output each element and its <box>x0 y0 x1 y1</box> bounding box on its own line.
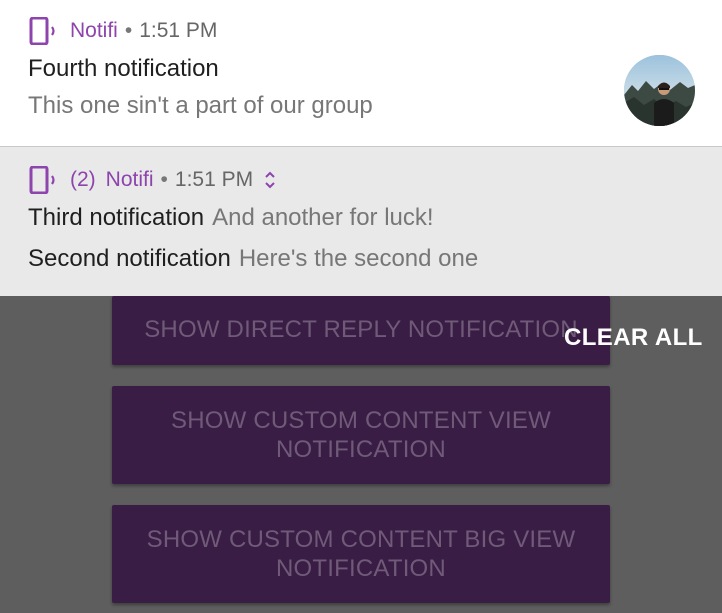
phone-vibrate-icon <box>29 17 55 45</box>
expand-icon[interactable] <box>263 170 277 190</box>
show-custom-content-big-view-notification-label: SHOW CUSTOM CONTENT BIG VIEW NOTIFICATIO… <box>146 526 576 582</box>
clear-all-button[interactable]: CLEAR ALL <box>564 324 703 352</box>
notification-group-header: (2) Notifi • 1:51 PM <box>28 166 277 194</box>
header-separator: • <box>124 19 133 42</box>
notification-text: This one sin't a part of our group <box>28 92 373 119</box>
phone-vibrate-icon <box>29 166 55 194</box>
group-line-text: Here's the second one <box>238 245 479 272</box>
group-line-second: Second notification Here's the second one <box>28 245 478 273</box>
notification-header: Notifi • 1:51 PM <box>28 17 217 45</box>
group-line-title: Second notification <box>28 245 231 272</box>
group-line-text: And another for luck! <box>212 204 434 231</box>
group-line-title: Third notification <box>28 204 205 231</box>
show-custom-content-view-notification-button[interactable]: SHOW CUSTOM CONTENT VIEW NOTIFICATION <box>112 386 610 484</box>
show-custom-content-big-view-notification-button[interactable]: SHOW CUSTOM CONTENT BIG VIEW NOTIFICATIO… <box>112 505 610 603</box>
group-line-third: Third notification And another for luck! <box>28 204 434 232</box>
show-custom-content-view-notification-label: SHOW CUSTOM CONTENT VIEW NOTIFICATION <box>171 407 551 463</box>
group-count: (2) <box>70 168 96 191</box>
person-avatar <box>624 55 695 126</box>
notification-time: 1:51 PM <box>174 168 254 191</box>
app-name: Notifi <box>105 168 154 191</box>
header-separator: • <box>160 168 168 191</box>
show-direct-reply-notification-label: SHOW DIRECT REPLY NOTIFICATION <box>144 316 578 343</box>
notification-time: 1:51 PM <box>139 19 218 42</box>
notification-fourth[interactable]: Notifi • 1:51 PM Fourth notification Thi… <box>0 0 722 147</box>
notification-title: Fourth notification <box>28 55 219 82</box>
show-direct-reply-notification-button[interactable]: SHOW DIRECT REPLY NOTIFICATION <box>112 296 610 365</box>
app-name: Notifi <box>70 19 118 42</box>
